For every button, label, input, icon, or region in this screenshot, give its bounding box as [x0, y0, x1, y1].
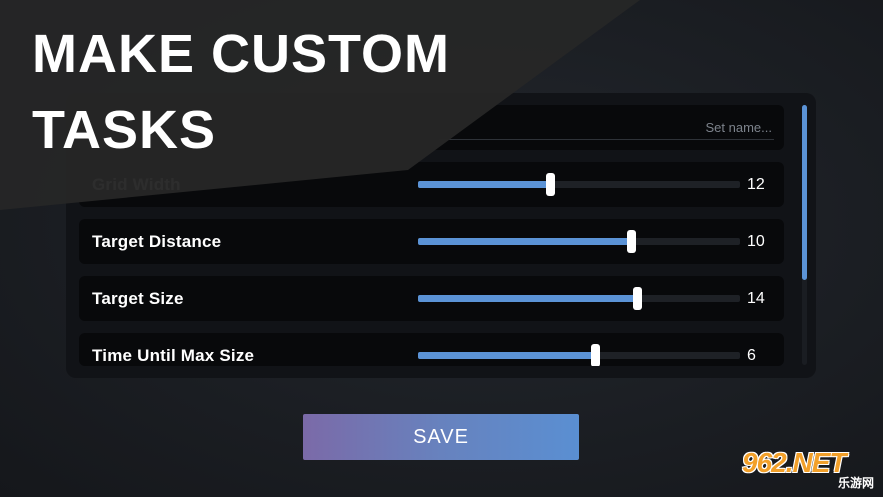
- watermark-subtext: 乐游网: [837, 476, 874, 490]
- setting-value: 14: [747, 290, 765, 307]
- panel-scrollbar[interactable]: [802, 105, 807, 365]
- setting-row-target-size: Target Size 14: [79, 276, 784, 321]
- slider-fill: [418, 352, 596, 359]
- slider-handle[interactable]: [546, 173, 556, 196]
- setting-row-time-until-max-size: Time Until Max Size 6: [79, 333, 784, 366]
- setting-value: 10: [747, 233, 765, 250]
- time-until-max-size-slider[interactable]: [418, 344, 740, 366]
- target-distance-slider[interactable]: [418, 230, 740, 253]
- save-button[interactable]: SAVE: [303, 414, 579, 460]
- slider-fill: [418, 181, 551, 188]
- setting-value: 6: [747, 347, 756, 364]
- scrollbar-thumb[interactable]: [802, 105, 807, 280]
- slider-handle[interactable]: [591, 344, 601, 366]
- setting-row-target-distance: Target Distance 10: [79, 219, 784, 264]
- setting-label: Target Size: [92, 289, 184, 308]
- target-size-slider[interactable]: [418, 287, 740, 310]
- setting-label: Target Distance: [92, 232, 222, 251]
- slider-handle[interactable]: [626, 230, 636, 253]
- task-name-input[interactable]: [439, 115, 774, 140]
- grid-width-slider[interactable]: [418, 173, 740, 196]
- slider-fill: [418, 295, 637, 302]
- setting-value: 12: [747, 176, 765, 193]
- slider-handle[interactable]: [632, 287, 642, 310]
- setting-label: Grid Width: [92, 175, 181, 194]
- page-title: MAKE CUSTOM TASKS: [32, 24, 451, 160]
- watermark-logo: 962.NET 乐游网: [742, 447, 878, 491]
- setting-label: Time Until Max Size: [92, 346, 255, 365]
- setting-row-grid-width: Grid Width 12: [79, 162, 784, 207]
- watermark-text: 962.NET: [742, 447, 846, 478]
- slider-fill: [418, 238, 631, 245]
